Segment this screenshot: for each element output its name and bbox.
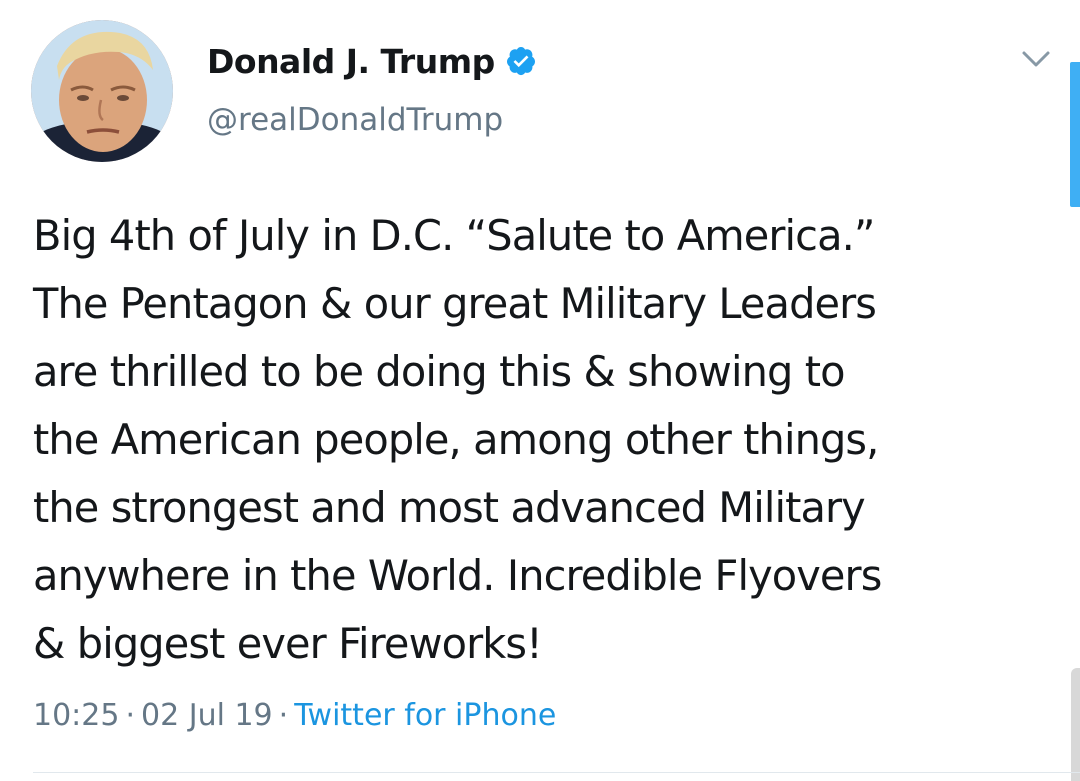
divider xyxy=(33,772,1080,773)
tweet-line: & biggest ever Fireworks! xyxy=(33,619,543,668)
tweet-line: The Pentagon & our great Military Leader… xyxy=(33,279,877,328)
avatar-photo xyxy=(31,20,173,162)
tweet-line: are thrilled to be doing this & showing … xyxy=(33,347,845,396)
meta-separator: · xyxy=(278,698,289,733)
tweet-line: anywhere in the World. Incredible Flyove… xyxy=(33,551,882,600)
meta-separator: · xyxy=(125,698,136,733)
tweet-time: 10:25 xyxy=(33,698,120,733)
tweet-date: 02 Jul 19 xyxy=(141,698,273,733)
source-link[interactable]: Twitter for iPhone xyxy=(294,698,556,733)
tweet-line: the American people, among other things, xyxy=(33,415,879,464)
verified-badge-icon xyxy=(505,45,537,77)
tweet-meta: 10:25 · 02 Jul 19 · Twitter for iPhone xyxy=(33,698,556,733)
tweet-text: Big 4th of July in D.C. “Salute to Ameri… xyxy=(33,202,1063,678)
scrollbar[interactable] xyxy=(1070,62,1080,207)
chevron-down-icon[interactable] xyxy=(1016,44,1056,74)
tweet-line: Big 4th of July in D.C. “Salute to Ameri… xyxy=(33,211,875,260)
author-name-row[interactable]: Donald J. Trump xyxy=(207,38,537,84)
display-name[interactable]: Donald J. Trump xyxy=(207,42,495,81)
scroll-edge xyxy=(1071,668,1080,781)
author-handle[interactable]: @realDonaldTrump xyxy=(207,102,503,138)
tweet-line: the strongest and most advanced Military xyxy=(33,483,866,532)
avatar[interactable] xyxy=(31,20,173,162)
